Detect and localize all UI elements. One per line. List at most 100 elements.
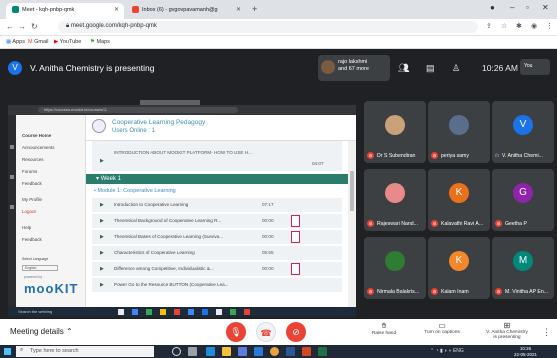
phone-hangup-icon: ☎︎: [260, 328, 272, 338]
participant-tile[interactable]: ⊘ Nirmala Balakris...: [364, 237, 426, 299]
captions-icon: ▭: [438, 321, 446, 330]
people-icon[interactable]: 👥︎: [398, 63, 409, 74]
close-window-icon[interactable]: ✕: [542, 3, 549, 12]
reload-icon[interactable]: ↻: [31, 22, 38, 31]
bookmark-maps[interactable]: ⚑ Maps: [90, 39, 110, 45]
taskbar-app-icon: [146, 309, 152, 315]
lms-nav-feedback-2[interactable]: Feedback: [22, 237, 42, 242]
tab-gmail[interactable]: Inbox (6) - gvgovpavamanh@g ✕: [126, 3, 246, 19]
participant-tile[interactable]: K ⊘ Kalavathi Ravi A...: [428, 169, 490, 231]
week-header[interactable]: ▾ Week 1: [86, 174, 348, 184]
leave-call-button[interactable]: ☎︎: [256, 322, 276, 342]
module-title[interactable]: • Module 1: Cooperative Learning: [94, 188, 176, 194]
document-icon[interactable]: [291, 263, 300, 275]
forward-icon[interactable]: →: [18, 22, 26, 31]
lms-nav-help[interactable]: Help: [22, 225, 31, 230]
lesson-row[interactable]: ▶ Power Go to the Resource BUTTON (Coope…: [92, 278, 342, 293]
chrome-icon[interactable]: [270, 347, 279, 356]
lesson-title: Theoretical Background of Cooperative Le…: [114, 218, 222, 223]
video-icon: ▶: [100, 234, 104, 240]
participant-tile[interactable]: ⊘ Rajeswari Nand...: [364, 169, 426, 231]
hand-icon: ✋︎: [381, 321, 387, 330]
lesson-row[interactable]: ▶ Characteristics of Cooperative Learnin…: [92, 246, 342, 261]
shared-search: Search the web/ing: [18, 309, 53, 314]
chat-icon[interactable]: ▤: [426, 63, 435, 74]
lesson-row[interactable]: ▶ Theoretical Background of Cooperative …: [92, 214, 342, 229]
shared-dark-sidebar: [8, 115, 16, 307]
lms-nav-resources[interactable]: Resources: [22, 157, 44, 162]
captions-button[interactable]: ▭ Turn on captions: [418, 321, 466, 335]
lms-nav-logout[interactable]: Logout: [22, 209, 36, 214]
language-select[interactable]: English: [22, 265, 58, 271]
share-icon[interactable]: ⇪: [486, 22, 492, 30]
bookmark-youtube[interactable]: ▶ YouTube: [54, 39, 81, 45]
self-view[interactable]: You: [520, 59, 550, 75]
profile-dot-icon[interactable]: ●: [490, 3, 495, 12]
bookmark-label: Apps: [12, 39, 25, 45]
lesson-row[interactable]: ▶ Introduction to Cooperative Learning 0…: [92, 198, 342, 213]
participant-tile[interactable]: G ⊘ Geetha P: [492, 169, 554, 231]
excel-icon[interactable]: [318, 347, 327, 356]
avatar: M: [513, 251, 533, 271]
tab-label: Inbox (6) - gvgovpavamanh@g: [142, 6, 218, 13]
document-icon[interactable]: [291, 231, 300, 243]
side-icon: [10, 175, 14, 179]
mail-icon[interactable]: [254, 347, 263, 356]
meeting-details-button[interactable]: Meeting details ⌃: [10, 327, 73, 336]
back-icon[interactable]: ←: [6, 22, 14, 31]
bookmark-apps[interactable]: ▦ Apps: [6, 39, 25, 45]
participant-tile[interactable]: ⊘ periya samy: [428, 101, 490, 163]
menu-icon[interactable]: ⋮: [546, 22, 553, 30]
minimize-icon[interactable]: –: [510, 3, 514, 12]
floating-participant-tile[interactable]: rajo lakshmi and 67 more: [318, 55, 390, 81]
powerpoint-icon[interactable]: [302, 347, 311, 356]
new-tab-icon[interactable]: +: [252, 4, 257, 14]
intro-lecture-row[interactable]: ▶ INTRODUCTION ABOUT MOOKIT PLATFORM- HO…: [92, 141, 342, 171]
url-input[interactable]: 🔒︎ meet.google.com/kqh-pnbp-qmk: [58, 21, 478, 33]
shared-scrollbar[interactable]: [348, 141, 356, 307]
lecture-title: INTRODUCTION ABOUT MOOKIT PLATFORM- HOW …: [114, 150, 252, 155]
bookmark-gmail[interactable]: M Gmail: [28, 39, 49, 45]
windows-start-icon[interactable]: [4, 348, 11, 355]
raise-hand-button[interactable]: ✋︎ Raise hand: [364, 321, 404, 336]
tab-meet[interactable]: Meet - kqh-pnbp-qmk ✕: [6, 3, 124, 19]
document-icon[interactable]: [291, 215, 300, 227]
participant-tile[interactable]: ⊘ Dr S Subendiran: [364, 101, 426, 163]
task-view-icon[interactable]: [188, 347, 197, 356]
lms-nav-feedback[interactable]: Feedback: [22, 181, 42, 186]
store-icon[interactable]: [238, 347, 247, 356]
lesson-title: Difference among Competitive, Individual…: [114, 266, 214, 271]
more-options-icon[interactable]: ⋮: [542, 327, 551, 338]
tab-close-icon[interactable]: ✕: [236, 6, 241, 13]
activities-icon[interactable]: ♙: [452, 63, 460, 74]
lesson-title: Theoretical Bases of Cooperative Learnin…: [114, 234, 224, 239]
system-tray[interactable]: ⌃ ◔ ▮ ◖ ◗ ENG: [430, 348, 464, 354]
lms-nav-forums[interactable]: Forums: [22, 169, 37, 174]
lms-nav-profile[interactable]: My Profile: [22, 197, 42, 202]
camera-toggle-button[interactable]: ⊘: [286, 322, 306, 342]
lms-nav-announcements[interactable]: Announcements: [22, 145, 55, 150]
video-icon: ▶: [100, 250, 104, 256]
lesson-row[interactable]: ▶ Theoretical Bases of Cooperative Learn…: [92, 230, 342, 245]
participant-tile[interactable]: M ⊘ M. Vinitha AP En...: [492, 237, 554, 299]
scroll-thumb[interactable]: [350, 171, 354, 211]
lesson-title: Power Go to the Resource BUTTON (Coopera…: [114, 282, 229, 287]
presenting-button[interactable]: ⊞ V. Anitha Chemistry is presenting: [476, 321, 538, 340]
lms-nav-course-home[interactable]: Course Home: [22, 133, 51, 138]
edge-icon[interactable]: [206, 347, 215, 356]
participant-tile[interactable]: V ılı V. Anitha Chemi...: [492, 101, 554, 163]
star-icon[interactable]: ☆: [501, 22, 507, 30]
system-clock[interactable]: 10:26 22-05-2021: [514, 346, 537, 357]
extension-icon[interactable]: ✱: [516, 22, 522, 30]
mic-toggle-button[interactable]: 🎙︎: [226, 322, 246, 342]
maximize-icon[interactable]: ▫: [526, 3, 529, 12]
lesson-row[interactable]: ▶ Difference among Competitive, Individu…: [92, 262, 342, 277]
word-icon[interactable]: [286, 347, 295, 356]
file-explorer-icon[interactable]: [222, 347, 231, 356]
taskbar-app-icon: [132, 309, 138, 315]
cortana-icon[interactable]: [172, 347, 181, 356]
avatar[interactable]: ◉: [531, 22, 537, 30]
participant-tile[interactable]: K ⊘ Kalam Inam: [428, 237, 490, 299]
tab-close-icon[interactable]: ✕: [114, 6, 119, 13]
taskbar-search-input[interactable]: ⌕ Type here to search: [16, 346, 154, 357]
